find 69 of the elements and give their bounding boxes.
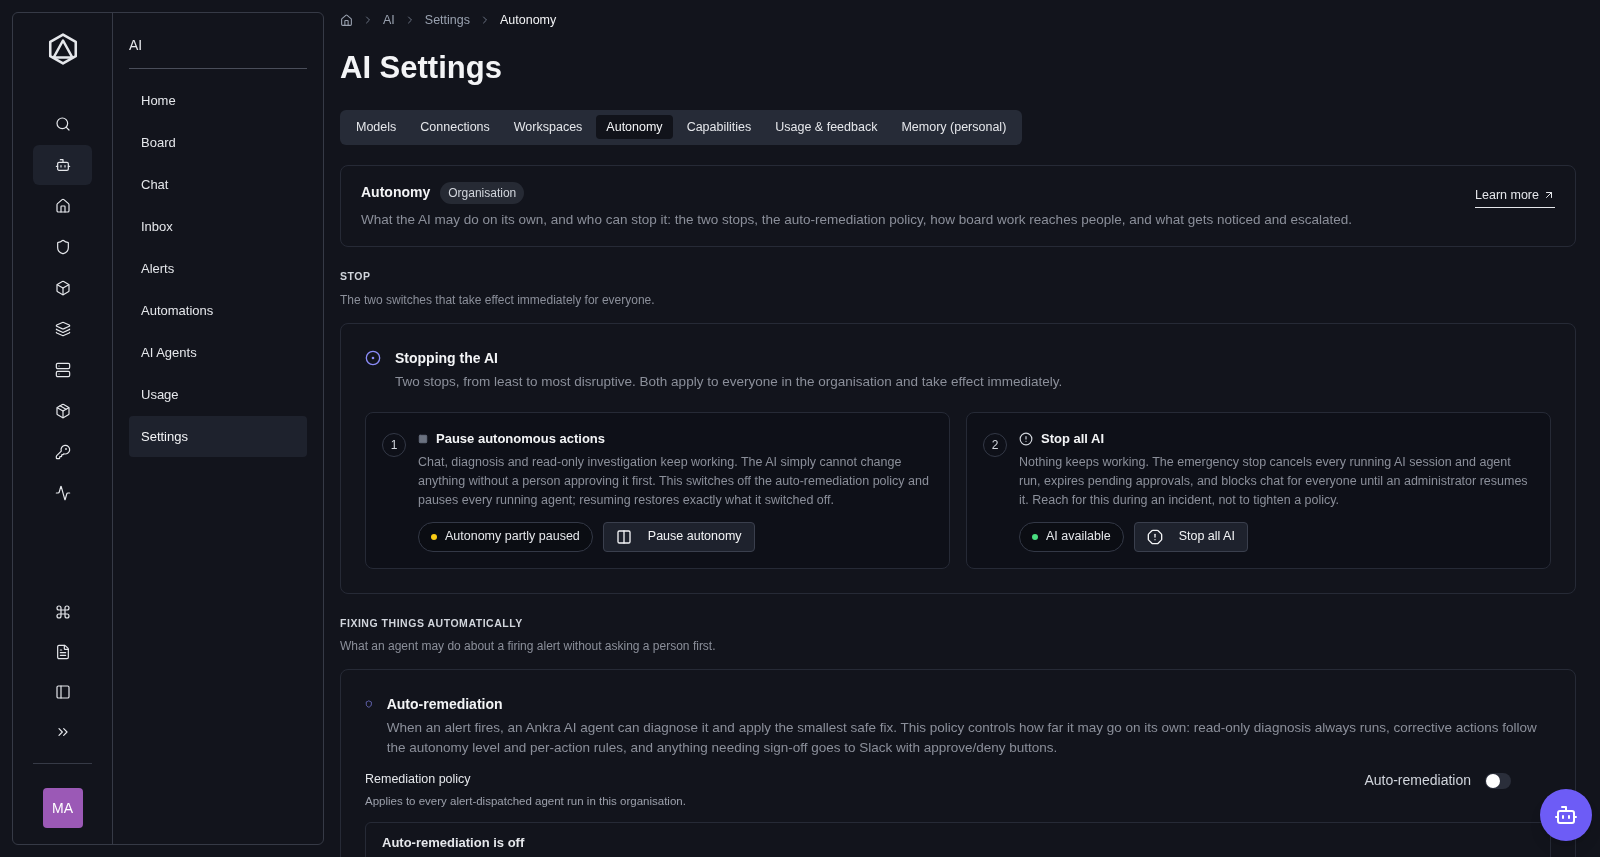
toggle-label: Auto-remediation (1364, 771, 1471, 791)
section-subheading: The two switches that take effect immediately for everyone. (340, 291, 656, 309)
status-pill: Autonomy partly paused (418, 521, 593, 552)
package-icon (54, 403, 71, 419)
card-title: Stopping the AI (395, 348, 499, 368)
tab[interactable]: Models (346, 115, 407, 140)
breadcrumb-link[interactable]: AI (383, 11, 395, 30)
nav-item[interactable]: Home (129, 80, 307, 121)
card-description: What the AI may do on its own, and who can stop it: the two stops, the auto-remediation policy, how board work reaches people, and what gets noticed and escalated. (361, 210, 1354, 229)
home-icon[interactable] (340, 13, 353, 27)
robot-button[interactable] (33, 145, 92, 185)
nav-item[interactable]: Alerts (129, 248, 307, 289)
state-text: Auto-remediation is off (382, 834, 526, 853)
document-icon (54, 644, 71, 660)
nav-item[interactable]: Settings (129, 416, 307, 457)
section-heading: FIXING THINGS AUTOMATICALLY (340, 615, 524, 631)
tab[interactable]: Capabilities (676, 115, 762, 140)
tab[interactable]: Usage & feedback (765, 115, 888, 140)
layers-icon (54, 321, 71, 337)
nav-item[interactable]: Inbox (129, 206, 307, 247)
command-icon (54, 604, 71, 620)
status-pill: AI available (1019, 521, 1124, 552)
tab[interactable]: Autonomy (596, 115, 673, 140)
pulse-icon (54, 485, 71, 501)
key-icon (54, 444, 71, 460)
tab[interactable]: Workspaces (503, 115, 593, 140)
option-description: Nothing keeps working. The emergency stop cancels every running AI session and agent run, expires pending approvals, and blocks chat for everyone until an administrator resumes it. Reach for this during an incident, not to tighten a policy. (1019, 453, 1529, 509)
assistant-button[interactable] (1540, 789, 1592, 841)
action-button[interactable]: Pause autonomy (602, 521, 755, 552)
sidebar-icon (54, 684, 71, 700)
learn-more-link[interactable]: Learn more (1475, 185, 1555, 208)
page-title: AI Settings (340, 48, 503, 87)
toggle-switch[interactable] (1485, 772, 1511, 789)
action-button[interactable]: Stop all AI (1133, 521, 1248, 552)
alert-icon (1146, 528, 1163, 545)
card-description: When an alert fires, an Ankra AI agent can diagnose it and apply the smallest safe fix. This policy controls how far it may go on its own: read-only diagnosis always runs, corrective actions follow the autonomy level and per-action rules, and anything needing sign-off goes to Slack with approve/deny buttons. (386, 719, 1538, 758)
card-title: Autonomy (361, 183, 431, 203)
breadcrumb-link[interactable]: Autonomy (500, 11, 557, 30)
nav-item[interactable]: Automations (129, 290, 307, 331)
nav-item[interactable]: Chat (129, 164, 307, 205)
alert-icon (1019, 431, 1033, 446)
option-description: Chat, diagnosis and read-only investigation keep working. The AI simply cannot change anything without a person approving it first. This switches off the auto-remediation policy and pauses every running agent; resuming restores exactly what it switched off. (418, 453, 930, 509)
policy-description: Applies to every alert-dispatched agent run in this organisation. (365, 794, 687, 809)
nav-item[interactable]: AI Agents (129, 332, 307, 373)
scope-badge: Organisation (440, 181, 525, 204)
section-subheading: What an agent may do about a firing alert without asking a person first. (340, 638, 717, 656)
robot-icon (1554, 803, 1578, 827)
nav-item[interactable]: Usage (129, 374, 307, 415)
shield-icon (365, 698, 373, 711)
section-heading: STOP (340, 269, 372, 284)
home-icon (54, 198, 71, 214)
cube-icon (54, 280, 71, 296)
user-avatar[interactable]: MA (42, 788, 83, 828)
option-title: Pause autonomous actions (436, 430, 606, 448)
breadcrumb-link[interactable]: Settings (424, 11, 470, 30)
server-icon (54, 362, 71, 378)
tab[interactable]: Memory (personal) (891, 115, 1017, 140)
robot-icon (54, 157, 71, 173)
card-title: Auto-remediation (386, 695, 504, 715)
card-description: Two stops, from least to most disruptive. Both apply to everyone in the organisation and take effect immediately. (395, 372, 1063, 391)
nav-title: AI (129, 35, 307, 69)
policy-title: Remediation policy (365, 771, 472, 789)
pause-icon (615, 528, 632, 545)
tab[interactable]: Connections (410, 115, 500, 140)
option-title: Stop all AI (1041, 430, 1105, 448)
search-icon (54, 116, 71, 132)
nav-item[interactable]: Board (129, 122, 307, 163)
square-icon (418, 432, 428, 445)
shield-icon (54, 239, 71, 255)
